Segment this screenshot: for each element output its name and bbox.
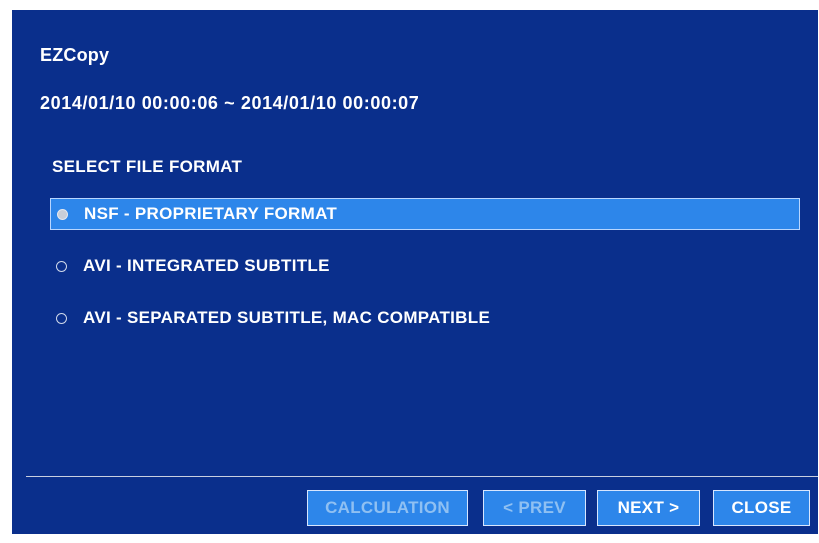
close-button[interactable]: CLOSE <box>713 490 810 526</box>
radio-selected-icon[interactable] <box>57 208 68 220</box>
dialog-title: EZCopy <box>40 45 110 65</box>
format-option-avi-separated[interactable]: AVI - SEPARATED SUBTITLE, MAC COMPATIBLE <box>50 302 800 334</box>
date-range: 2014/01/10 00:00:06 ~ 2014/01/10 00:00:0… <box>40 93 420 113</box>
calculation-button[interactable]: CALCULATION <box>307 490 468 526</box>
prev-button[interactable]: < PREV <box>483 490 586 526</box>
format-option-label: AVI - SEPARATED SUBTITLE, MAC COMPATIBLE <box>83 308 491 327</box>
format-option-nsf[interactable]: NSF - PROPRIETARY FORMAT <box>50 198 800 230</box>
ezcopy-dialog: EZCopy 2014/01/10 00:00:06 ~ 2014/01/10 … <box>12 10 818 534</box>
section-label: SELECT FILE FORMAT <box>52 157 243 176</box>
footer-divider <box>26 476 818 477</box>
format-option-avi-integrated[interactable]: AVI - INTEGRATED SUBTITLE <box>50 250 800 282</box>
next-button[interactable]: NEXT > <box>597 490 700 526</box>
radio-unselected-icon[interactable] <box>56 312 67 324</box>
radio-unselected-icon[interactable] <box>56 260 67 272</box>
format-option-label: NSF - PROPRIETARY FORMAT <box>84 204 338 223</box>
format-option-label: AVI - INTEGRATED SUBTITLE <box>83 256 330 275</box>
